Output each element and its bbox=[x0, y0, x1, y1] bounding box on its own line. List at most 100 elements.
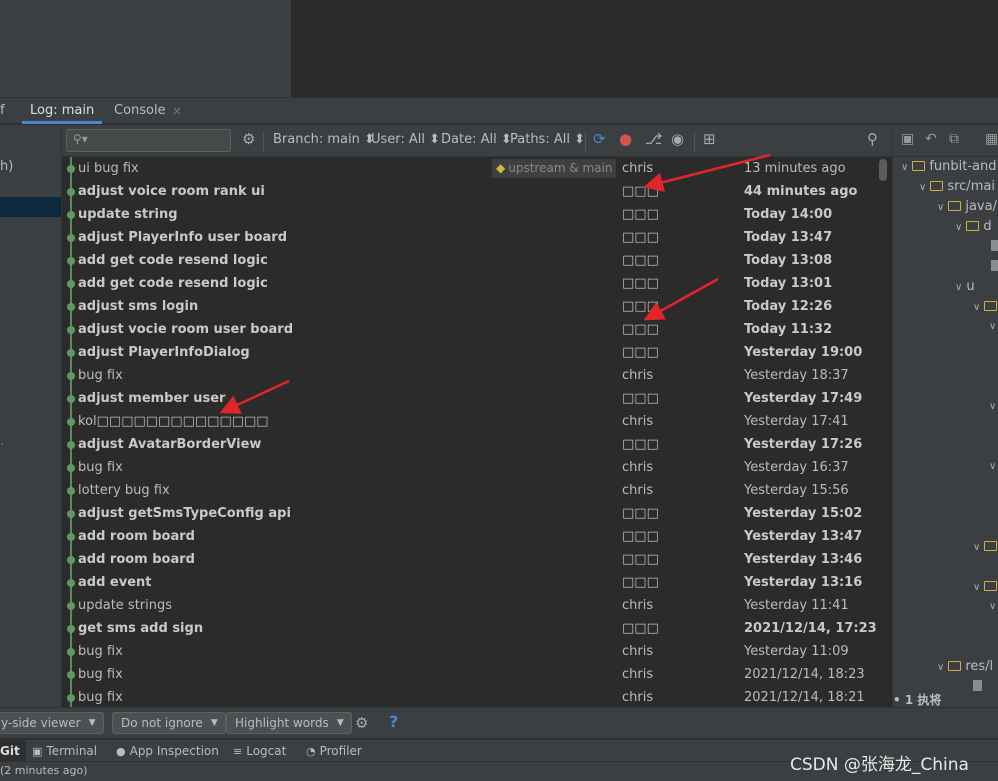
commit-date: 2021/12/14, 18:21 bbox=[744, 690, 865, 705]
grid-icon[interactable]: ▦ bbox=[985, 131, 998, 147]
commit-row[interactable]: adjust PlayerInfo user board □□□ Today 13:… bbox=[62, 226, 880, 249]
commit-row[interactable]: adjust getSmsTypeConfig api □□□ Yesterday … bbox=[62, 502, 880, 525]
tree-item-d[interactable]: ∨ d bbox=[955, 217, 992, 237]
commit-row[interactable]: get sms add sign □□□ 2021/12/14, 17:23 bbox=[62, 617, 880, 640]
date-filter[interactable]: Date: All ⬍ bbox=[441, 132, 512, 147]
commit-date: Yesterday 15:02 bbox=[744, 506, 863, 521]
cherry-pick-icon[interactable]: ● bbox=[619, 130, 632, 148]
eye-icon[interactable]: ◉ bbox=[671, 130, 684, 148]
branches-selected-row[interactable] bbox=[0, 197, 61, 217]
commit-message: add room board bbox=[78, 529, 195, 544]
chevron-down-icon: ∨ bbox=[919, 182, 927, 193]
file-icon bbox=[973, 680, 982, 691]
tree-file[interactable] bbox=[973, 677, 986, 697]
commit-row[interactable]: add get code resend logic □□□ Today 13:01 bbox=[62, 272, 880, 295]
chevron-down-icon[interactable]: ∨ bbox=[989, 321, 996, 332]
tag-icon: ◆ bbox=[496, 161, 506, 175]
changed-files-toolbar: ▣ ↶ ⧉ ▦ bbox=[893, 125, 998, 157]
search-icon: ⚲▾ bbox=[73, 132, 88, 146]
commit-date: Today 13:47 bbox=[744, 230, 833, 245]
branch-filter[interactable]: Branch: main ⬍ bbox=[273, 132, 375, 147]
chevron-down-icon: ▼ bbox=[336, 718, 344, 728]
commit-node bbox=[67, 165, 75, 173]
commit-message: adjust voice room rank ui bbox=[78, 184, 265, 199]
folder-icon bbox=[912, 161, 926, 171]
commit-row[interactable]: bug fix chris Yesterday 16:37 bbox=[62, 456, 880, 479]
commit-date: Yesterday 19:00 bbox=[744, 345, 863, 360]
commit-row[interactable]: bug fix chris Yesterday 11:09 bbox=[62, 640, 880, 663]
branch-graph-icon[interactable]: ⎇ bbox=[645, 130, 662, 148]
toolwindow-terminal[interactable]: ▣ Terminal bbox=[32, 740, 97, 762]
commit-row[interactable]: ui bug fix ◆ upstream & main chris 13 minute… bbox=[62, 157, 880, 180]
tree-file[interactable] bbox=[991, 257, 998, 277]
chevron-down-icon[interactable]: ∨ bbox=[989, 601, 996, 612]
tree-item-folder[interactable]: ∨ bbox=[973, 537, 998, 557]
commit-row[interactable]: adjust AvatarBorderView □□□ Yesterday 17:2… bbox=[62, 433, 880, 456]
refresh-icon[interactable]: ⟳ bbox=[593, 130, 606, 148]
toolwindow-app-inspection[interactable]: ● App Inspection bbox=[116, 740, 219, 762]
lock-icon[interactable]: ▣ bbox=[901, 131, 914, 147]
commit-row[interactable]: adjust sms login □□□ Today 12:26 bbox=[62, 295, 880, 318]
help-icon[interactable]: ? bbox=[389, 712, 398, 731]
tree-file[interactable] bbox=[991, 237, 998, 257]
commit-row[interactable]: bug fix chris 2021/12/14, 18:21 bbox=[62, 686, 880, 707]
highlight-dropdown[interactable]: Highlight words ▼ bbox=[226, 712, 352, 734]
tab-partial[interactable]: f bbox=[0, 98, 12, 124]
chevron-down-icon: ∨ bbox=[973, 302, 981, 313]
commit-row[interactable]: adjust PlayerInfoDialog □□□ Yesterday 19:0… bbox=[62, 341, 880, 364]
user-filter[interactable]: User: All ⬍ bbox=[371, 132, 440, 147]
new-tab-icon[interactable]: ⊞ bbox=[703, 130, 716, 148]
paths-filter[interactable]: Paths: All ⬍ bbox=[510, 132, 585, 147]
commit-row[interactable]: update strings chris Yesterday 11:41 bbox=[62, 594, 880, 617]
commit-node bbox=[67, 372, 75, 380]
commit-message: lottery bug fix bbox=[78, 483, 170, 498]
chevron-down-icon[interactable]: ∨ bbox=[989, 461, 996, 472]
commit-row[interactable]: adjust voice room rank ui □□□ 44 minutes a… bbox=[62, 180, 880, 203]
commit-message: adjust PlayerInfoDialog bbox=[78, 345, 250, 360]
tree-item-java[interactable]: ∨ java/ bbox=[937, 197, 997, 217]
scrollbar-thumb[interactable] bbox=[879, 159, 887, 181]
tree-item-folder[interactable]: ∨ bbox=[973, 297, 998, 317]
commit-date: Yesterday 13:47 bbox=[744, 529, 863, 544]
commit-row[interactable]: add get code resend logic □□□ Today 13:08 bbox=[62, 249, 880, 272]
tree-item-root[interactable]: ∨ funbit-and bbox=[901, 157, 997, 177]
tree-item-src[interactable]: ∨ src/mai bbox=[919, 177, 995, 197]
tab-console[interactable]: Console bbox=[114, 98, 166, 124]
diff-icon[interactable]: ⧉ bbox=[949, 131, 959, 147]
commit-node bbox=[67, 648, 75, 656]
revert-icon[interactable]: ↶ bbox=[925, 131, 937, 147]
tree-item-folder[interactable]: ∨ bbox=[973, 577, 998, 597]
tab-console-close-icon[interactable]: × bbox=[172, 98, 182, 124]
commit-author: □□□ bbox=[622, 437, 659, 452]
top-left-panel bbox=[0, 0, 292, 97]
viewer-dropdown[interactable]: y-side viewer ▼ bbox=[0, 712, 104, 734]
commit-row[interactable]: add event □□□ Yesterday 13:16 bbox=[62, 571, 880, 594]
commit-message: bug fix bbox=[78, 644, 123, 659]
commit-row[interactable]: adjust vocie room user board □□□ Today 11:… bbox=[62, 318, 880, 341]
zoom-icon[interactable]: ⚲ bbox=[867, 130, 878, 148]
toolbar-divider bbox=[585, 131, 586, 151]
commit-row[interactable]: kol□□□□□□□□□□□□□□ chris Yesterday 17:41 bbox=[62, 410, 880, 433]
tree-item-u[interactable]: ∨ u bbox=[955, 277, 975, 297]
commit-row[interactable]: adjust member user □□□ Yesterday 17:49 bbox=[62, 387, 880, 410]
toolwindow-logcat[interactable]: ≡ Logcat bbox=[233, 740, 286, 762]
tree-item-res[interactable]: ∨ res/l bbox=[937, 657, 993, 677]
commit-message: adjust PlayerInfo user board bbox=[78, 230, 288, 245]
settings-icon[interactable]: ⚙ bbox=[355, 714, 368, 732]
commit-row[interactable]: add room board □□□ Yesterday 13:46 bbox=[62, 548, 880, 571]
commit-date: Yesterday 17:49 bbox=[744, 391, 863, 406]
commit-row[interactable]: add room board □□□ Yesterday 13:47 bbox=[62, 525, 880, 548]
toolwindow-git[interactable]: Git bbox=[0, 740, 26, 762]
chevron-down-icon[interactable]: ∨ bbox=[989, 401, 996, 412]
commit-message: bug fix bbox=[78, 667, 123, 682]
ignore-dropdown[interactable]: Do not ignore ▼ bbox=[112, 712, 226, 734]
commit-message: bug fix bbox=[78, 690, 123, 705]
commit-row[interactable]: bug fix chris 2021/12/14, 18:23 bbox=[62, 663, 880, 686]
commit-row[interactable]: update string □□□ Today 14:00 bbox=[62, 203, 880, 226]
settings-icon[interactable]: ⚙ bbox=[242, 130, 255, 148]
toolwindow-profiler[interactable]: ◔ Profiler bbox=[306, 740, 362, 762]
search-input[interactable]: ⚲▾ bbox=[66, 129, 231, 152]
tab-log-main[interactable]: Log: main bbox=[22, 98, 103, 124]
commit-row[interactable]: bug fix chris Yesterday 18:37 bbox=[62, 364, 880, 387]
commit-row[interactable]: lottery bug fix chris Yesterday 15:56 bbox=[62, 479, 880, 502]
